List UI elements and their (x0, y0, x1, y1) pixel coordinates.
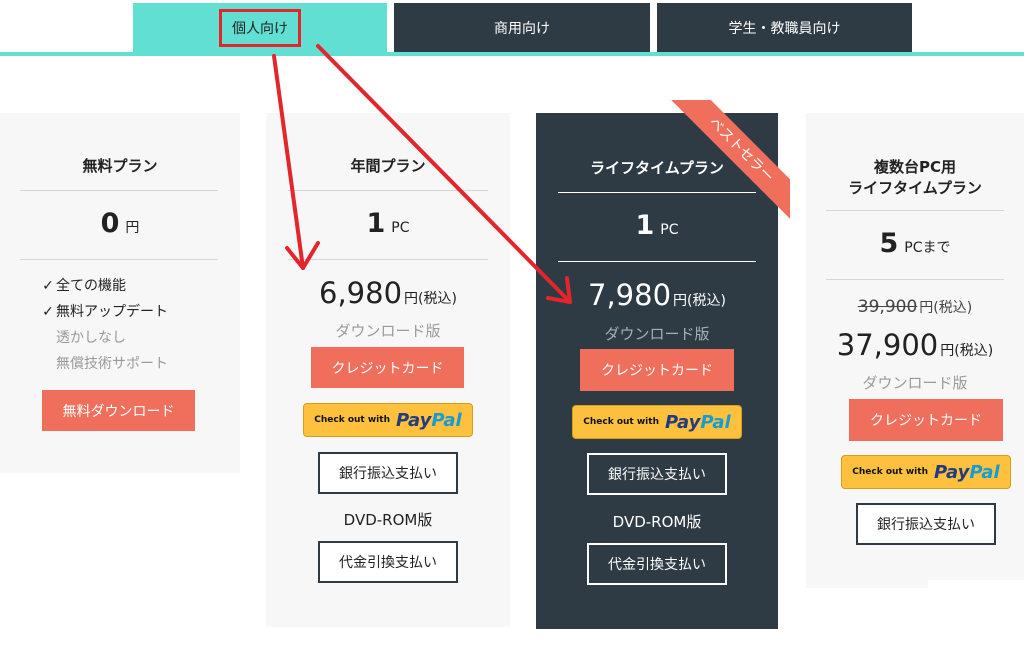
lifetime-dvd-label: DVD-ROM版 (612, 513, 702, 531)
annual-plan-price-value: 6,980 (319, 276, 403, 310)
multi-pc-plan-title-line1: 複数台PC用 (873, 158, 956, 176)
multi-pc-plan-price-value: 37,900 (836, 328, 939, 362)
divider (826, 279, 1004, 280)
free-plan-price: 0円 (0, 208, 240, 239)
annual-paypal-button[interactable]: Check out with Pay Pal (303, 403, 473, 437)
paypal-logo-pay: Pay (664, 411, 701, 433)
annual-credit-card-button[interactable]: クレジットカード (311, 347, 464, 388)
feature-item: 無償技術サポート (40, 353, 168, 373)
annual-cod-button[interactable]: 代金引換支払い (318, 541, 458, 583)
tab-personal-label: 個人向け (219, 9, 301, 47)
multi-pc-download-label: ダウンロード版 (862, 374, 968, 392)
bottom-right-overlay (928, 580, 1024, 646)
lifetime-paypal-button[interactable]: Check out with Pay Pal (572, 405, 742, 439)
divider (288, 190, 488, 191)
multi-pc-credit-card-button[interactable]: クレジットカード (849, 399, 1003, 441)
multi-pc-plan-tax: 円(税込) (940, 343, 994, 359)
multi-pc-plan-qty-unit: PCまで (904, 240, 951, 256)
lifetime-bank-transfer-button[interactable]: 銀行振込支払い (587, 453, 727, 495)
tab-education-label: 学生・教職員向け (728, 21, 841, 37)
multi-pc-plan-qty: 5 PCまで (806, 228, 1024, 259)
feature-item: ✓ 無料アップデート (40, 301, 168, 321)
free-plan-price-value: 0 (100, 208, 120, 239)
annual-plan-qty-value: 1 (366, 208, 386, 239)
feature-label: 無料アップデート (56, 304, 168, 320)
free-plan-title: 無料プラン (82, 157, 158, 175)
paypal-logo-pal: Pal (700, 411, 731, 433)
multi-pc-plan-title: 複数台PC用 ライフタイムプラン (806, 157, 1024, 199)
paypal-caption: Check out with (314, 415, 390, 425)
divider (288, 259, 488, 260)
feature-label: 透かしなし (56, 330, 126, 346)
multi-pc-old-tax: 円(税込) (919, 300, 973, 316)
annual-dvd-label: DVD-ROM版 (343, 511, 433, 529)
multi-pc-old-price-value: 39,900 (857, 297, 918, 317)
multi-pc-plan-price: 37,900 円(税込) (806, 328, 1024, 362)
lifetime-credit-card-button[interactable]: クレジットカード (580, 349, 734, 391)
lifetime-plan-price: 7,980 円(税込) (536, 278, 778, 312)
multi-pc-plan-qty-value: 5 (879, 228, 899, 259)
tab-personal[interactable]: 個人向け (133, 3, 387, 53)
divider (20, 190, 218, 191)
annual-plan-title: 年間プラン (350, 157, 426, 175)
tab-business-label: 商用向け (494, 21, 550, 37)
tab-education[interactable]: 学生・教職員向け (657, 3, 912, 53)
annual-plan-card: 年間プラン 1 PC 6,980 円(税込) ダウンロード版 クレジットカード Ch… (266, 113, 510, 627)
lifetime-plan-price-value: 7,980 (588, 278, 672, 312)
paypal-logo-pal: Pal (431, 409, 462, 431)
annual-plan-price: 6,980 円(税込) (266, 276, 510, 310)
free-plan-price-unit: 円 (125, 220, 140, 236)
bestseller-ribbon: ベストセラー (658, 100, 790, 232)
annual-plan-qty-unit: PC (391, 220, 410, 236)
divider (826, 210, 1004, 211)
feature-label: 無償技術サポート (56, 356, 168, 372)
paypal-logo-pal: Pal (969, 461, 1000, 483)
multi-pc-paypal-button[interactable]: Check out with Pay Pal (841, 455, 1011, 489)
paypal-logo-pay: Pay (933, 461, 970, 483)
lifetime-plan-tax: 円(税込) (673, 293, 726, 309)
divider (20, 259, 218, 260)
free-download-button[interactable]: 無料ダウンロード (42, 390, 195, 431)
free-plan-card: 無料プラン 0円 ✓ 全ての機能 ✓ 無料アップデート 透かしなし 無償技術サポート… (0, 113, 240, 473)
check-icon: ✓ (42, 304, 54, 320)
bestseller-ribbon-label: ベストセラー (663, 100, 790, 228)
lifetime-plan-qty-value: 1 (635, 210, 655, 241)
feature-item: ✓ 全ての機能 (40, 275, 126, 295)
paypal-caption: Check out with (583, 417, 659, 427)
paypal-caption: Check out with (852, 467, 928, 477)
multi-pc-plan-title-line2: ライフタイムプラン (848, 179, 982, 197)
plan-tabs: 個人向け 商用向け 学生・教職員向け (0, 0, 1024, 56)
feature-item: 透かしなし (40, 327, 126, 347)
divider (558, 261, 756, 262)
annual-plan-qty: 1 PC (266, 208, 510, 239)
annual-plan-tax: 円(税込) (404, 291, 457, 307)
multi-pc-old-price: 39,900 円(税込) (806, 297, 1024, 317)
multi-pc-bank-transfer-button[interactable]: 銀行振込支払い (856, 503, 996, 545)
check-icon: ✓ (42, 278, 54, 294)
multi-pc-plan-card: 複数台PC用 ライフタイムプラン 5 PCまで 39,900 円(税込) 37,90… (806, 113, 1024, 588)
tab-underline (0, 52, 1024, 56)
annual-bank-transfer-button[interactable]: 銀行振込支払い (318, 452, 458, 494)
lifetime-download-label: ダウンロード版 (604, 325, 710, 343)
paypal-logo-pay: Pay (395, 409, 432, 431)
tab-business[interactable]: 商用向け (394, 3, 650, 53)
lifetime-cod-button[interactable]: 代金引換支払い (587, 543, 727, 585)
feature-label: 全ての機能 (56, 278, 126, 294)
annual-download-label: ダウンロード版 (335, 322, 441, 340)
